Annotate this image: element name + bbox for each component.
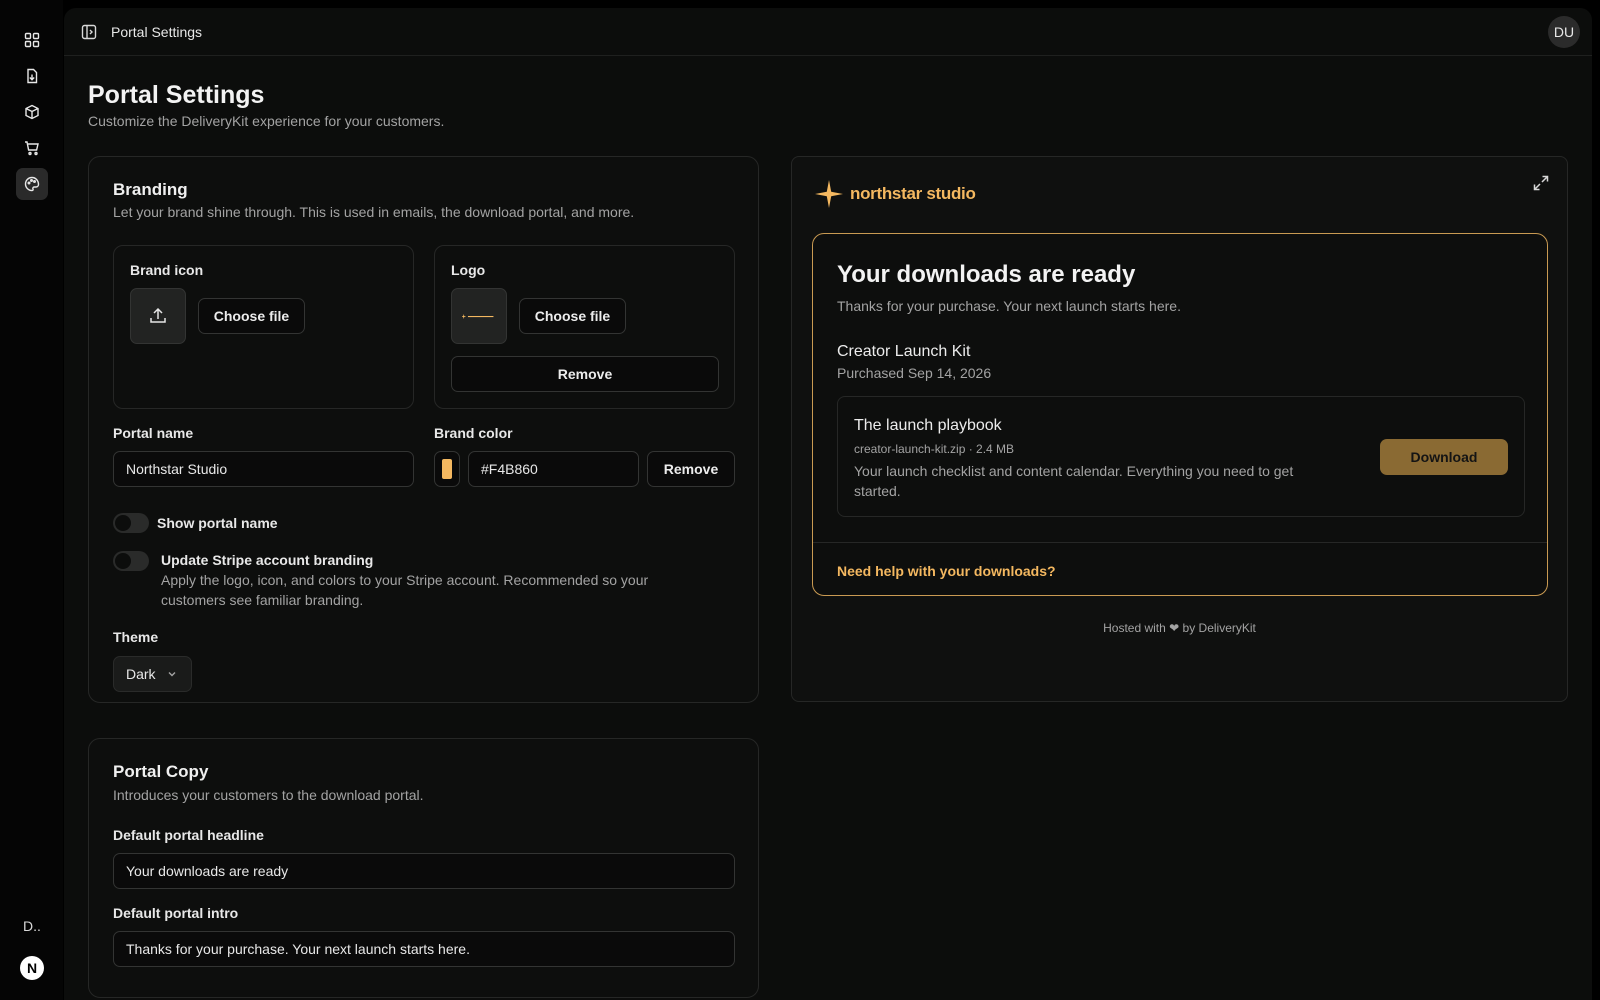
logo-uploader: Logo Choose file Remove	[434, 245, 735, 409]
preview-item-meta: creator-launch-kit.zip · 2.4 MB	[854, 442, 1015, 456]
page-subtitle: Customize the DeliveryKit experience for…	[88, 113, 445, 129]
avatar[interactable]: DU	[1548, 16, 1580, 48]
palette-icon	[24, 176, 40, 192]
headline-label: Default portal headline	[113, 827, 264, 843]
intro-input[interactable]: Thanks for your purchase. Your next laun…	[113, 931, 735, 967]
rail-orders-button[interactable]	[16, 132, 48, 164]
file-download-icon	[27, 68, 38, 84]
stripe-branding-toggle[interactable]	[113, 551, 149, 571]
workspace-avatar[interactable]: N	[20, 956, 44, 980]
star-logo-icon	[815, 180, 843, 208]
package-icon	[25, 104, 39, 120]
stripe-branding-label: Update Stripe account branding	[161, 552, 374, 568]
chevron-down-icon	[168, 672, 176, 677]
portal-name-input[interactable]: Northstar Studio	[113, 451, 414, 487]
brand-color-input[interactable]: #F4B860	[468, 451, 639, 487]
theme-select[interactable]: Dark	[113, 656, 192, 692]
rail-portal-settings-button[interactable]	[16, 168, 48, 200]
show-portal-name-label: Show portal name	[157, 515, 278, 531]
page-title: Portal Settings	[88, 81, 265, 109]
preview-product-name: Creator Launch Kit	[837, 343, 971, 360]
preview-download-card: Your downloads are ready Thanks for your…	[812, 233, 1548, 596]
logo-choose-file-button[interactable]: Choose file	[519, 298, 626, 334]
preview-download-item: The launch playbook creator-launch-kit.z…	[837, 396, 1525, 517]
show-portal-name-toggle[interactable]	[113, 513, 149, 533]
portal-copy-title: Portal Copy	[113, 762, 209, 781]
logo-thumbnail	[451, 288, 507, 344]
divider	[813, 542, 1547, 543]
color-swatch-icon	[442, 459, 452, 479]
preview-purchase-date: Purchased Sep 14, 2026	[837, 365, 992, 381]
branding-title: Branding	[113, 180, 188, 199]
hosted-by-footer: Hosted with ❤ by DeliveryKit	[1103, 621, 1256, 635]
app-rail: D.. N	[0, 0, 63, 1000]
brand-color-swatch[interactable]	[434, 451, 460, 487]
theme-label: Theme	[113, 629, 159, 645]
expand-icon[interactable]	[1533, 175, 1549, 191]
cart-icon	[25, 141, 39, 156]
download-button[interactable]: Download	[1380, 439, 1508, 475]
intro-label: Default portal intro	[113, 905, 239, 921]
rail-products-button[interactable]	[16, 96, 48, 128]
sidebar-toggle-icon[interactable]	[81, 24, 97, 40]
top-bar: Portal Settings DU	[64, 8, 1592, 56]
portal-name-label: Portal name	[113, 425, 194, 441]
upload-icon	[150, 307, 166, 323]
logo-remove-button[interactable]: Remove	[451, 356, 719, 392]
preview-intro: Thanks for your purchase. Your next laun…	[837, 298, 1181, 314]
rail-downloads-button[interactable]	[16, 60, 48, 92]
branding-card: Branding Let your brand shine through. T…	[88, 156, 759, 703]
grid-icon	[24, 32, 40, 48]
branding-subtitle: Let your brand shine through. This is us…	[113, 204, 635, 220]
breadcrumb: Portal Settings	[111, 23, 203, 40]
rail-dashboard-button[interactable]	[16, 24, 48, 56]
headline-input[interactable]: Your downloads are ready	[113, 853, 735, 889]
preview-brand-name: northstar studio	[850, 184, 976, 203]
help-link[interactable]: Need help with your downloads?	[837, 563, 1056, 579]
logo-preview-icon	[462, 313, 494, 319]
theme-select-value: Dark	[126, 666, 156, 682]
brand-icon-label: Brand icon	[130, 262, 204, 278]
preview-headline: Your downloads are ready	[837, 261, 1136, 288]
brand-color-label: Brand color	[434, 425, 513, 441]
brand-icon-placeholder	[130, 288, 186, 344]
workspace-label[interactable]: D..	[23, 918, 41, 934]
brand-icon-choose-file-button[interactable]: Choose file	[198, 298, 305, 334]
stripe-branding-help: Apply the logo, icon, and colors to your…	[161, 572, 649, 608]
logo-label: Logo	[451, 262, 486, 278]
preview-item-title: The launch playbook	[854, 417, 1002, 434]
preview-item-description: Your launch checklist and content calend…	[854, 463, 1294, 499]
portal-copy-subtitle: Introduces your customers to the downloa…	[113, 787, 424, 803]
brand-icon-uploader: Brand icon Choose file	[113, 245, 414, 409]
preview-brand: northstar studio	[814, 179, 976, 209]
portal-preview: northstar studio Your downloads are read…	[791, 156, 1568, 702]
main-panel: Portal Settings DU Portal Settings Custo…	[64, 8, 1592, 1000]
brand-color-remove-button[interactable]: Remove	[647, 451, 735, 487]
portal-copy-card: Portal Copy Introduces your customers to…	[88, 738, 759, 998]
